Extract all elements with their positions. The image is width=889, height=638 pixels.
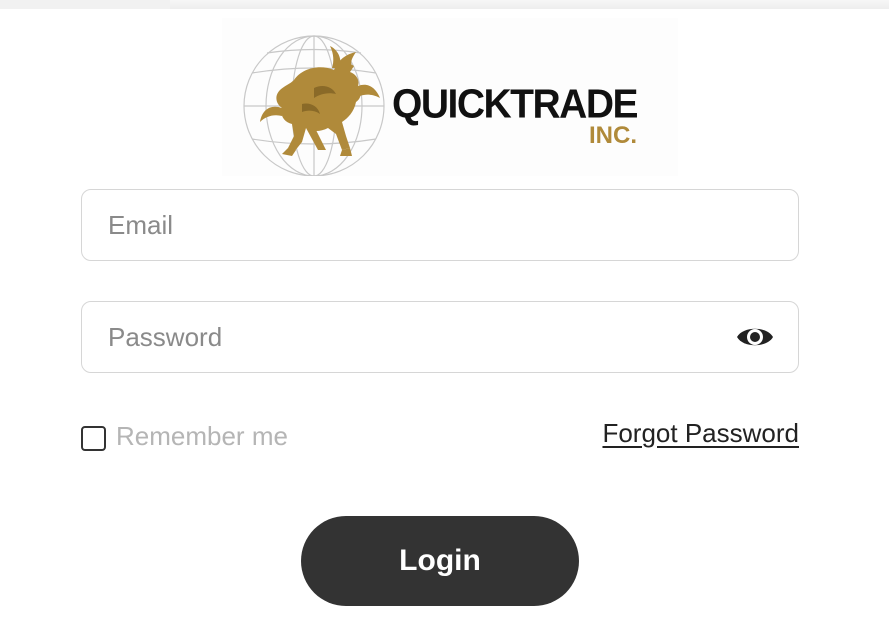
eye-icon[interactable] [735, 322, 775, 352]
remember-me-label: Remember me [116, 420, 288, 451]
logo-wordmark: QUICKTRADE [392, 81, 639, 128]
forgot-password-link[interactable]: Forgot Password [602, 418, 799, 449]
email-field-container [81, 189, 799, 261]
password-input[interactable] [82, 302, 798, 372]
logo-subtitle: INC. [589, 122, 637, 149]
remember-me: Remember me [81, 420, 288, 452]
remember-me-checkbox[interactable] [81, 425, 106, 451]
company-logo: QUICKTRADE INC. [222, 18, 678, 176]
email-input[interactable] [82, 190, 798, 260]
top-strip [0, 0, 889, 9]
password-field-container [81, 301, 799, 373]
login-button[interactable]: Login [301, 516, 579, 606]
